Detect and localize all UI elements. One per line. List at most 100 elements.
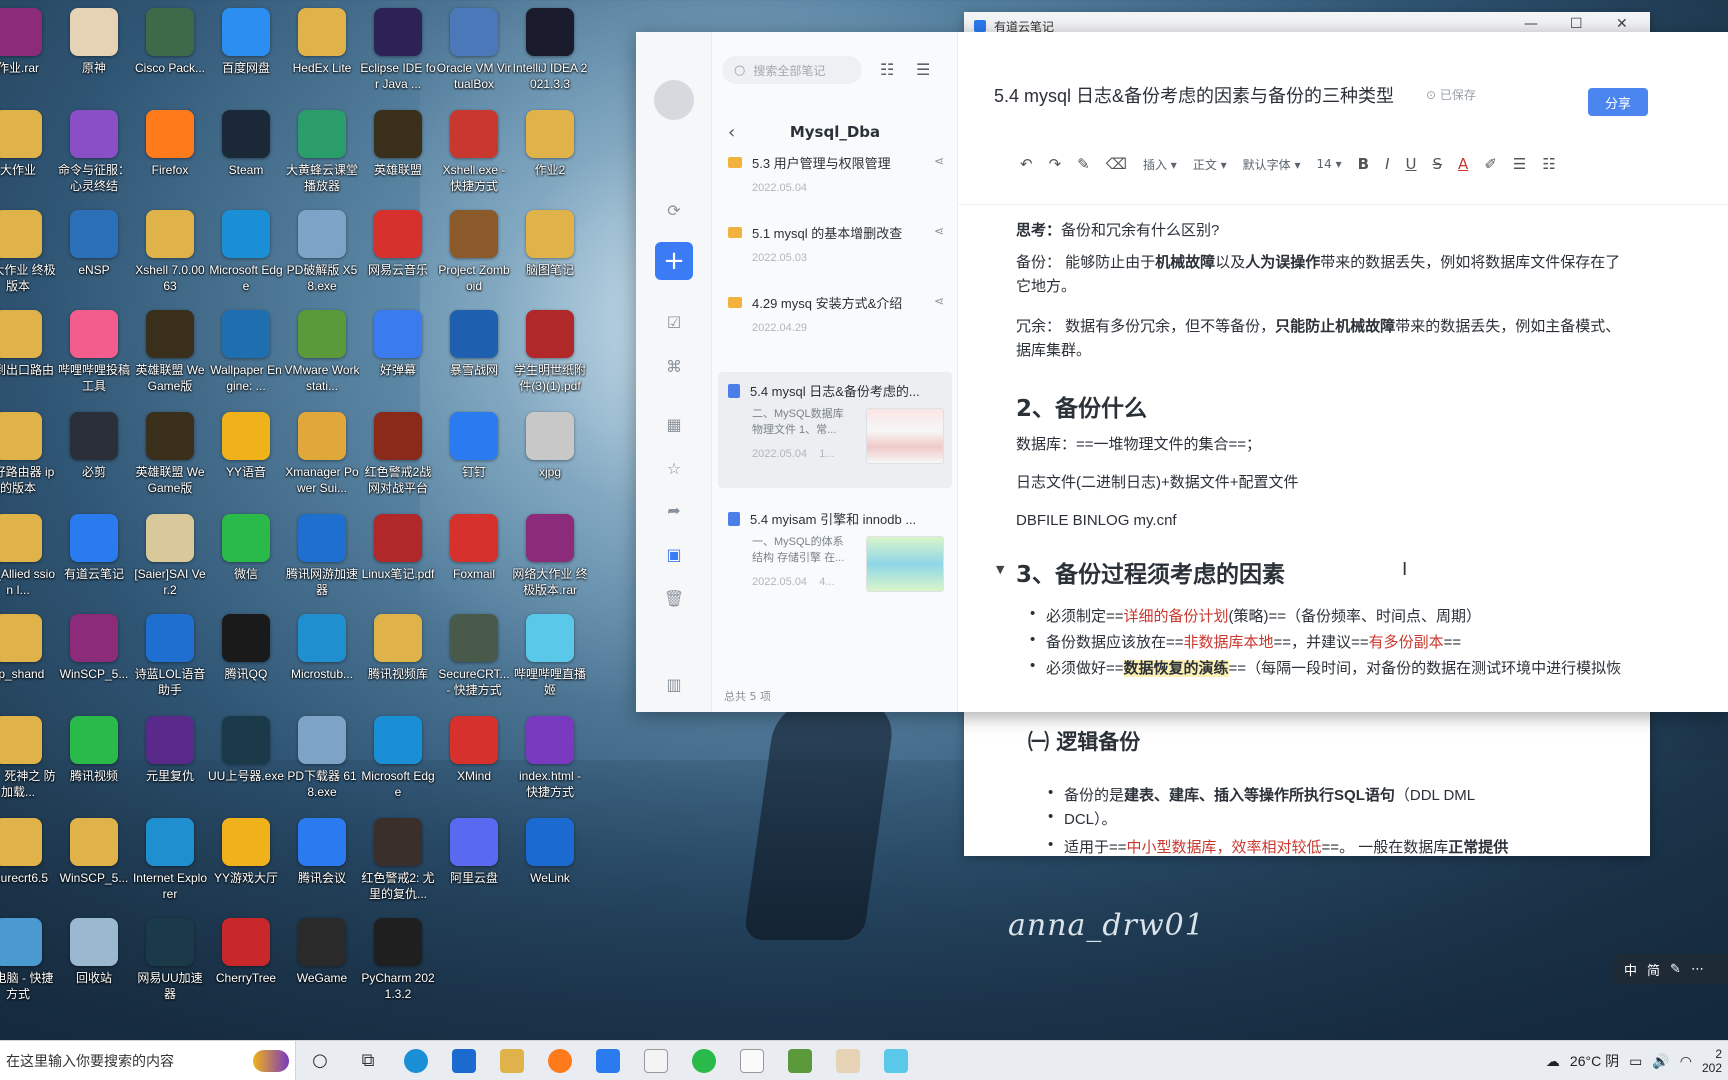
ime-toolbar[interactable]: 中 简 ✎ ⋯	[1614, 954, 1728, 984]
desktop-icon[interactable]: 元里复仇	[132, 716, 208, 800]
highlight-icon[interactable]: ✐	[1484, 155, 1497, 173]
share-icon[interactable]: ⋖	[934, 294, 944, 308]
strikethrough-button[interactable]: S	[1433, 155, 1443, 173]
ime-menu-icon[interactable]: ⋯	[1691, 962, 1704, 977]
desktop-icon[interactable]: Microstub...	[284, 614, 360, 698]
view-mode-icon[interactable]: ☷	[880, 60, 894, 79]
desktop-icon[interactable]: 命令与征服：心灵终结	[56, 110, 132, 194]
desktop-icon[interactable]: IntelliJ IDEA 2021.3.3	[512, 8, 588, 92]
avatar[interactable]	[654, 80, 694, 120]
taskbar-wechat-icon[interactable]	[680, 1041, 728, 1080]
taskbar-bilibili-icon[interactable]	[872, 1041, 920, 1080]
task-view-icon[interactable]: ⧉	[344, 1041, 392, 1080]
desktop-icon[interactable]: 好弹幕	[360, 310, 436, 394]
desktop-icon[interactable]: op_Allied ssion I...	[0, 514, 56, 598]
desktop-icon[interactable]: 腾讯会议	[284, 818, 360, 902]
document-title[interactable]: 5.4 mysql 日志&备份考虑的因素与备份的三种类型	[994, 82, 1394, 108]
share-icon[interactable]: ⋖	[934, 154, 944, 168]
document-body[interactable]: 思考：备份和冗余有什么区别? 备份： 能够防止由于机械故障以及人为误操作带来的数…	[958, 204, 1728, 712]
desktop-icon[interactable]: 红色警戒2战网对战平台	[360, 412, 436, 496]
desktop-icon[interactable]: 哔哩哔哩投稿工具	[56, 310, 132, 394]
share-arrow-icon[interactable]: ➦	[662, 498, 686, 522]
desktop-icon[interactable]: WeLink	[512, 818, 588, 902]
insert-menu[interactable]: 插入 ▾	[1143, 156, 1177, 173]
close-icon[interactable]: ✕	[1616, 16, 1628, 32]
desktop-icon[interactable]: UU上号器.exe	[208, 716, 284, 800]
desktop-icon[interactable]: op_shand	[0, 614, 56, 698]
desktop-icon[interactable]: 暴雪战网	[436, 310, 512, 394]
desktop-icon[interactable]: 亡：死神之 防加载...	[0, 716, 56, 800]
desktop-icon[interactable]: 红色警戒2: 尤里的复仇...	[360, 818, 436, 902]
list-item[interactable]: 5.1 mysql 的基本增删改查 ⋖ 2022.05.03	[718, 214, 952, 272]
list-item[interactable]: 5.3 用户管理与权限管理 ⋖ 2022.05.04	[718, 144, 952, 202]
desktop-icon[interactable]: PyCharm 2021.3.2	[360, 918, 436, 1002]
new-note-button[interactable]: +	[655, 242, 693, 280]
desktop-icon[interactable]: WinSCP_5...	[56, 614, 132, 698]
italic-button[interactable]: I	[1385, 155, 1389, 173]
search-input[interactable]: ○ 搜索全部笔记	[722, 56, 862, 84]
share-icon[interactable]: ⋖	[934, 224, 944, 238]
taskbar-typora-icon[interactable]	[632, 1041, 680, 1080]
text-color-button[interactable]: A	[1458, 155, 1468, 173]
desktop-icon[interactable]: 学生明世纸附件(3)(1).pdf	[512, 310, 588, 394]
network-icon[interactable]: ▭	[1629, 1053, 1642, 1070]
desktop-icon[interactable]: Steam	[208, 110, 284, 194]
numbered-list-icon[interactable]: ☷	[1542, 155, 1555, 173]
redo-icon[interactable]: ↷	[1049, 155, 1062, 173]
desktop-icon[interactable]: 网络大作业 终极版本.rar	[512, 514, 588, 598]
taskbar-explorer-icon[interactable]	[488, 1041, 536, 1080]
desktop-icon[interactable]: xjpg	[512, 412, 588, 496]
desktop-icon[interactable]: WinSCP_5...	[56, 818, 132, 902]
font-size-select[interactable]: 14 ▾	[1317, 157, 1342, 171]
ime-language[interactable]: 中	[1624, 960, 1637, 979]
editor[interactable]: 5.4 mysql 日志&备份考虑的因素与备份的三种类型 ⊙ 已保存 分享 ↶ …	[958, 32, 1728, 712]
back-arrow-icon[interactable]: ‹	[728, 122, 735, 143]
desktop-icon[interactable]: 回收站	[56, 918, 132, 1002]
desktop-icon[interactable]: ecurecrt6.5	[0, 818, 56, 902]
tag-icon[interactable]: ⌘	[662, 354, 686, 378]
desktop-icon[interactable]: Eclipse IDE for Java ...	[360, 8, 436, 92]
desktop-icon[interactable]: 络大作业 终极版本	[0, 210, 56, 294]
star-icon[interactable]: ☆	[662, 456, 686, 480]
desktop-icon[interactable]: 哔哩哔哩直播姬	[512, 614, 588, 698]
desktop-icon[interactable]: eNSP	[56, 210, 132, 294]
tasks-icon[interactable]: ☑	[662, 310, 686, 334]
desktop-icon[interactable]: PD下载器 618.exe	[284, 716, 360, 800]
desktop-icon[interactable]: XMind	[436, 716, 512, 800]
desktop-icon[interactable]: 诗蓝LOL语音助手	[132, 614, 208, 698]
apps-grid-icon[interactable]: ▦	[662, 412, 686, 436]
desktop-icon[interactable]: YY游戏大厅	[208, 818, 284, 902]
desktop-icon[interactable]: 脑图笔记	[512, 210, 588, 294]
desktop-icon[interactable]: 此电脑 - 快捷方式	[0, 918, 56, 1002]
list-item[interactable]: 4.29 mysq 安装方式&介绍 ⋖ 2022.04.29	[718, 284, 952, 342]
desktop-icon[interactable]: 大黄蜂云课堂播放器	[284, 110, 360, 194]
desktop-icon[interactable]: CherryTree	[208, 918, 284, 1002]
sort-icon[interactable]: ☰	[916, 60, 930, 79]
list-item-selected[interactable]: 5.4 mysql 日志&备份考虑的... 二、MySQL数据库 物理文件 1、…	[718, 372, 952, 488]
maximize-icon[interactable]: ☐	[1570, 16, 1583, 32]
desktop-icon[interactable]: Foxmail	[436, 514, 512, 598]
desktop-icon[interactable]: PD破解版 X58.exe	[284, 210, 360, 294]
undo-icon[interactable]: ↶	[1020, 155, 1033, 173]
desktop-icon[interactable]: 直到出口路由	[0, 310, 56, 394]
desktop-icon[interactable]: 作业2	[512, 110, 588, 194]
desktop-icon[interactable]: HedEx Lite	[284, 8, 360, 92]
desktop-icon[interactable]: WeGame	[284, 918, 360, 1002]
desktop-icon[interactable]: 腾讯视频	[56, 716, 132, 800]
desktop-icon[interactable]: Linux笔记.pdf	[360, 514, 436, 598]
desktop-icon[interactable]: 大作业	[0, 110, 56, 194]
ime-mode[interactable]: 简	[1647, 960, 1660, 979]
desktop-icon[interactable]: 英雄联盟 WeGame版	[132, 310, 208, 394]
desktop-icon[interactable]: Xmanager Power Sui...	[284, 412, 360, 496]
list-item[interactable]: 5.4 myisam 引擎和 innodb ... 一、MySQL的体系 结构 …	[718, 500, 952, 616]
folder-icon[interactable]: ▣	[662, 542, 686, 566]
note-app-window[interactable]: ⟳ + ☑ ⌘ ▦ ☆ ➦ ▣ 🗑 ▥ ○ 搜索全部笔记 ☷ ☰ ‹ Mysql…	[636, 32, 1728, 712]
collapse-arrow-icon[interactable]: ▼	[996, 563, 1004, 576]
weather-icon[interactable]: ☁	[1546, 1053, 1560, 1070]
desktop-icon[interactable]: 有道云笔记	[56, 514, 132, 598]
sync-icon[interactable]: ⟳	[662, 198, 686, 222]
desktop-icon[interactable]: SecureCRT... - 快捷方式	[436, 614, 512, 698]
taskbar-edge-icon[interactable]	[392, 1041, 440, 1080]
bullet-list-icon[interactable]: ☰	[1513, 155, 1526, 173]
desktop-icon[interactable]: 网易云音乐	[360, 210, 436, 294]
